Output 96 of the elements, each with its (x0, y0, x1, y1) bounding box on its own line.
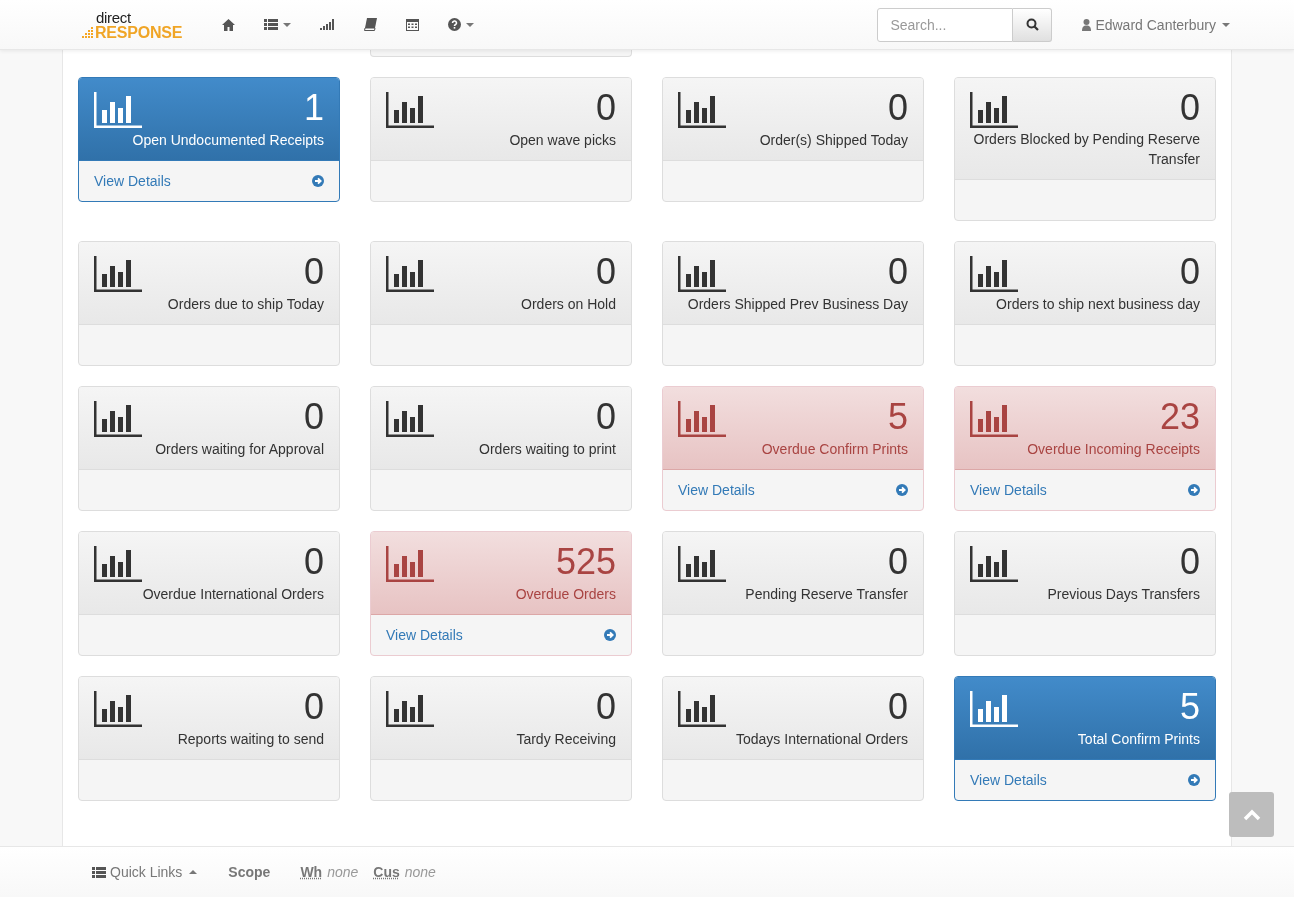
filter-abbr: Cus (373, 864, 400, 880)
count-value: 0 (595, 252, 616, 292)
bar-chart-icon (94, 92, 142, 128)
caret-icon (1222, 22, 1230, 27)
quick-links-button[interactable]: Quick Links (92, 864, 198, 880)
logo-text: RESPONSE (95, 25, 183, 41)
bar-chart-icon (970, 691, 1018, 727)
card-label: Orders to ship next business day (995, 294, 1200, 314)
arrow-circle-icon (604, 629, 616, 641)
count-value: 5 (1179, 687, 1200, 727)
card-label: Tardy Receiving (515, 729, 616, 749)
count-value: 0 (887, 252, 908, 292)
bar-chart-icon (386, 92, 434, 128)
bar-chart-icon (94, 256, 142, 292)
search-button[interactable] (1013, 7, 1053, 42)
bar-chart-icon (678, 691, 726, 727)
logo-text: direct (96, 10, 132, 25)
count-value: 0 (595, 687, 616, 727)
caret-icon (283, 22, 291, 27)
card-label: Overdue Orders (514, 584, 616, 604)
bar-chart-icon (386, 256, 434, 292)
user-icon (1082, 18, 1092, 31)
view-details-link[interactable]: View Details (94, 173, 324, 189)
arrow-circle-icon (896, 484, 908, 496)
card-label: Todays International Orders (735, 729, 908, 749)
card-label: Reports waiting to send (176, 729, 324, 749)
signal-icon (320, 19, 335, 30)
bar-chart-icon (386, 546, 434, 582)
bar-chart-icon (94, 691, 142, 727)
calendar-icon (406, 18, 419, 31)
scope-label: Scope (228, 864, 271, 880)
count-value: 0 (595, 397, 616, 437)
count-value: 0 (303, 397, 324, 437)
bar-chart-icon (94, 546, 142, 582)
user-menu[interactable]: Edward Canterbury (1080, 16, 1232, 33)
count-value: 23 (1159, 397, 1200, 437)
card-label: Overdue Confirm Prints (760, 439, 908, 459)
logo[interactable]: direct RESPONSE (82, 10, 192, 41)
bar-chart-icon (678, 256, 726, 292)
bar-chart-icon (386, 691, 434, 727)
card-label: Overdue Incoming Receipts (1026, 439, 1200, 459)
count-value: 0 (887, 687, 908, 727)
bar-chart-icon (970, 92, 1018, 128)
card-label: Orders waiting to print (478, 439, 616, 459)
view-details-link[interactable]: View Details (386, 627, 616, 643)
book-icon (364, 18, 377, 31)
count-value: 0 (1179, 542, 1200, 582)
caret-icon (466, 22, 474, 27)
card-label: Orders on Hold (520, 294, 616, 314)
count-value: 0 (887, 88, 908, 128)
arrow-circle-icon (312, 175, 324, 187)
count-value: 0 (1179, 88, 1200, 128)
list-icon (92, 866, 106, 878)
count-value: 0 (303, 687, 324, 727)
search-icon (1025, 18, 1039, 31)
bar-chart-icon (970, 401, 1018, 437)
card-label: Orders Shipped Prev Business Day (686, 294, 908, 314)
card-label: Orders waiting for Approval (154, 439, 324, 459)
help-icon (448, 18, 461, 31)
card-label: Orders Blocked by Pending Reserve Transfer (972, 130, 1200, 169)
card-label: Open Undocumented Receipts (131, 130, 324, 150)
bar-chart-icon (678, 92, 726, 128)
card-label: Pending Reserve Transfer (744, 584, 908, 604)
caret-icon (189, 870, 198, 874)
count-value: 0 (595, 88, 616, 128)
card-label: Total Confirm Prints (1076, 729, 1200, 749)
bar-chart-icon (970, 256, 1018, 292)
count-value: 0 (303, 542, 324, 582)
card-label: Orders due to ship Today (166, 294, 324, 314)
card-label: Previous Days Transfers (1046, 584, 1200, 604)
filter-value: none (327, 864, 359, 880)
filter-abbr: Wh (300, 864, 323, 880)
home-icon (222, 18, 235, 31)
dots-icon (82, 27, 94, 39)
count-value: 0 (887, 542, 908, 582)
bar-chart-icon (678, 401, 726, 437)
chevron-up-icon (1242, 808, 1261, 821)
card-label: Order(s) Shipped Today (758, 130, 908, 150)
arrow-circle-icon (1188, 484, 1200, 496)
arrow-circle-icon (1188, 774, 1200, 786)
count-value: 0 (303, 252, 324, 292)
view-details-link[interactable]: View Details (970, 772, 1200, 788)
bar-chart-icon (386, 401, 434, 437)
count-value: 0 (1179, 252, 1200, 292)
card-label: Overdue International Orders (141, 584, 324, 604)
card-label: Open wave picks (508, 130, 616, 150)
count-value: 1 (303, 88, 324, 128)
bar-chart-icon (678, 546, 726, 582)
view-details-link[interactable]: View Details (678, 482, 908, 498)
bar-chart-icon (970, 546, 1018, 582)
count-value: 525 (555, 542, 616, 582)
list-icon (264, 19, 278, 30)
bar-chart-icon (94, 401, 142, 437)
count-value: 5 (887, 397, 908, 437)
filter-value: none (404, 864, 436, 880)
view-details-link[interactable]: View Details (970, 482, 1200, 498)
